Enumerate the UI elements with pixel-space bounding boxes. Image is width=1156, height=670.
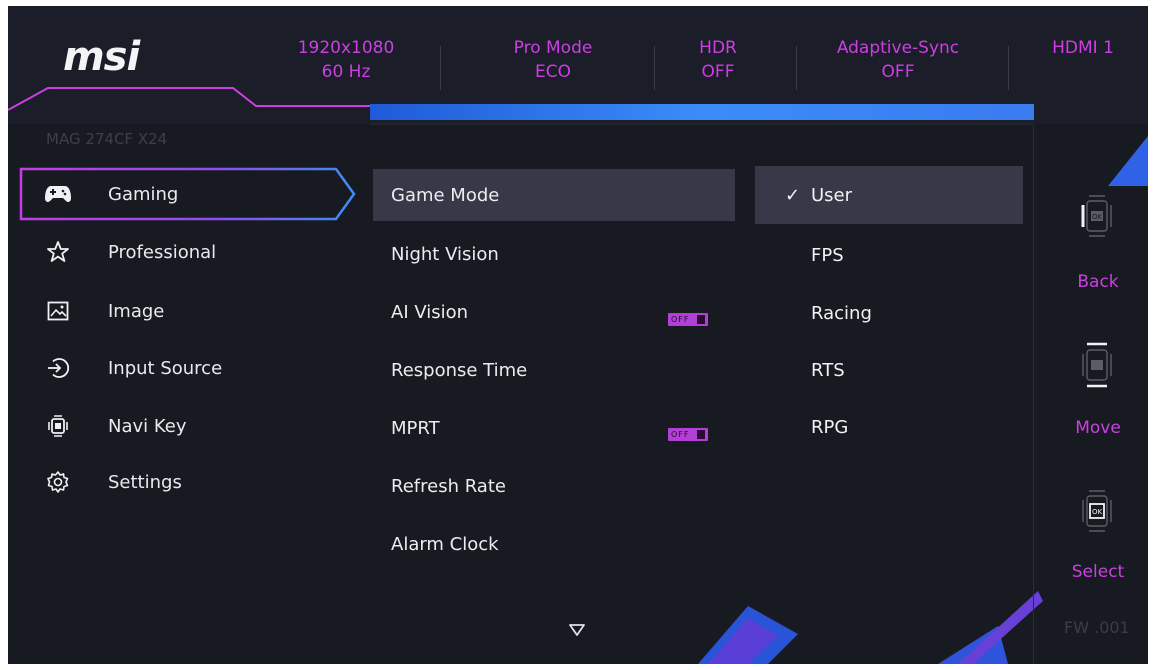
status-resolution-value: 1920x1080 [297, 38, 395, 58]
navigator-back-label: Back [1077, 272, 1119, 292]
navigator-move-label: Move [1075, 418, 1121, 438]
mprt-off-badge: OFF [668, 428, 708, 441]
submenu-item-label: AI Vision [391, 301, 469, 323]
star-icon [44, 238, 72, 266]
submenu-item-label: MPRT [391, 417, 440, 439]
status-separator [654, 46, 655, 90]
joystick-move-icon[interactable] [1073, 336, 1121, 394]
badge-label: OFF [671, 430, 690, 439]
submenu-item-ai-vision[interactable]: AI Vision [373, 286, 735, 338]
status-adaptive-sync: Adaptive-Sync OFF [808, 36, 988, 96]
status-adaptive-sync-value: OFF [881, 62, 915, 82]
option-rpg[interactable]: RPG [755, 398, 1023, 456]
gamepad-icon [44, 180, 72, 208]
status-refresh-value: 60 Hz [321, 62, 371, 82]
menu-item-input-source[interactable]: Input Source [22, 346, 348, 390]
submenu-item-alarm-clock[interactable]: Alarm Clock [373, 518, 735, 570]
submenu-item-label: Game Mode [391, 184, 500, 206]
firmware-version: FW .001 [1064, 618, 1130, 637]
submenu-item-night-vision[interactable]: Night Vision [373, 228, 735, 280]
status-hdr: HDR OFF [668, 36, 768, 96]
option-racing[interactable]: Racing [755, 284, 1023, 342]
ok-icon-label: OK [1092, 213, 1103, 221]
status-separator [440, 46, 441, 90]
menu-item-settings[interactable]: Settings [22, 460, 348, 504]
badge-label: OFF [671, 315, 690, 324]
submenu-item-refresh-rate[interactable]: Refresh Rate [373, 460, 735, 512]
status-adaptive-sync-label: Adaptive-Sync [836, 38, 960, 58]
menu-item-label: Professional [108, 241, 217, 263]
option-label: User [811, 184, 853, 206]
image-icon [44, 297, 72, 325]
submenu-item-game-mode[interactable]: Game Mode [373, 169, 735, 221]
status-separator [1008, 46, 1009, 90]
status-input: HDMI 1 [1028, 36, 1138, 96]
model-name: MAG 274CF X24 [46, 130, 168, 148]
submenu-item-label: Refresh Rate [391, 475, 506, 497]
option-label: RPG [811, 416, 849, 438]
status-hdr-label: HDR [699, 38, 737, 58]
menu-item-label: Gaming [108, 183, 179, 205]
submenu-item-label: Response Time [391, 359, 528, 381]
menu-item-gaming[interactable]: Gaming [22, 172, 348, 216]
status-pro-mode-value: ECO [535, 62, 571, 82]
joystick-select-icon[interactable]: OK [1073, 486, 1121, 536]
option-label: RTS [811, 359, 845, 381]
ai-vision-off-badge: OFF [668, 313, 708, 326]
status-pro-mode-label: Pro Mode [513, 38, 593, 58]
submenu-item-label: Alarm Clock [391, 533, 499, 555]
option-user[interactable]: ✓ User [755, 166, 1023, 224]
input-source-icon [44, 354, 72, 382]
header-accent-bar [370, 104, 1034, 120]
menu-item-label: Input Source [108, 357, 223, 379]
submenu-item-response-time[interactable]: Response Time [373, 344, 735, 396]
navi-key-icon [44, 412, 72, 440]
check-icon: ✓ [785, 184, 801, 206]
menu-item-navi-key[interactable]: Navi Key [22, 404, 348, 448]
status-hdr-value: OFF [701, 62, 735, 82]
submenu-item-label: Night Vision [391, 243, 499, 265]
option-label: Racing [811, 302, 872, 324]
msi-logo: msi [63, 34, 140, 80]
ok-icon-label: OK [1092, 508, 1103, 516]
menu-item-label: Image [108, 300, 165, 322]
option-label: FPS [811, 244, 844, 266]
option-fps[interactable]: FPS [755, 226, 1023, 284]
status-pro-mode: Pro Mode ECO [478, 36, 628, 96]
osd-screen: msi 1920x1080 60 Hz Pro Mode ECO HDR OFF… [8, 6, 1148, 664]
triangle-down-icon[interactable] [568, 623, 586, 637]
gear-icon [44, 468, 72, 496]
navigator-select-label: Select [1071, 562, 1125, 582]
menu-item-label: Navi Key [108, 415, 187, 437]
option-rts[interactable]: RTS [755, 341, 1023, 399]
joystick-back-icon[interactable]: OK [1073, 191, 1121, 241]
status-resolution: 1920x1080 60 Hz [276, 36, 416, 96]
status-input-value: HDMI 1 [1052, 38, 1114, 58]
menu-item-professional[interactable]: Professional [22, 230, 348, 274]
status-separator [796, 46, 797, 90]
menu-item-image[interactable]: Image [22, 289, 348, 333]
menu-item-label: Settings [108, 471, 182, 493]
